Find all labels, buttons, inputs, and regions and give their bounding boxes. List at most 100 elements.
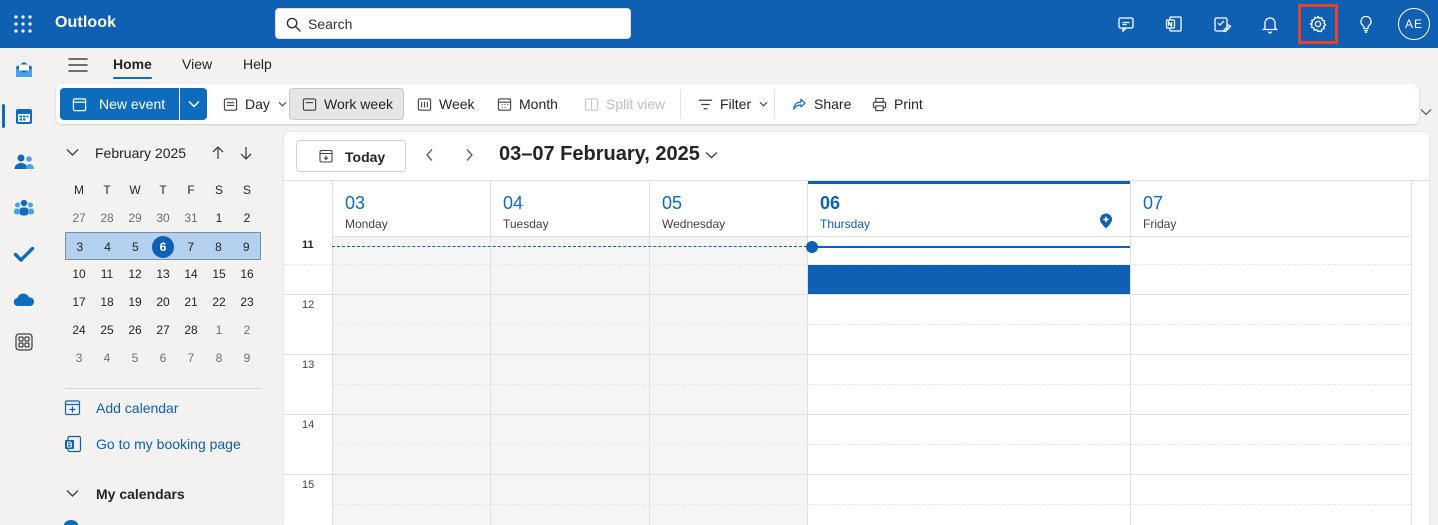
hour-label: 15 [302, 479, 315, 491]
mini-calendar-date[interactable]: 2 [233, 316, 261, 344]
mini-calendar-date[interactable]: 27 [149, 316, 177, 344]
mini-calendar-date[interactable]: 6 [149, 344, 177, 372]
today-button[interactable]: Today [296, 140, 406, 172]
chevron-down-icon[interactable] [66, 148, 79, 157]
day-number: 03 [345, 193, 366, 213]
avatar[interactable]: AE [1398, 8, 1430, 40]
mini-calendar-date[interactable]: 27 [65, 204, 93, 232]
app-title[interactable]: Outlook [55, 14, 116, 32]
mini-calendar-date[interactable]: 18 [93, 288, 121, 316]
mini-calendar-today[interactable]: 6 [149, 233, 177, 261]
mail-icon[interactable] [0, 50, 48, 90]
tips-icon[interactable] [1346, 4, 1386, 44]
mini-calendar-date[interactable]: 5 [121, 344, 149, 372]
split-view-button[interactable]: Split view [583, 88, 665, 120]
share-icon [791, 96, 807, 112]
my-day-icon[interactable] [1202, 4, 1242, 44]
mini-calendar-date[interactable]: 29 [121, 204, 149, 232]
people-icon[interactable] [0, 142, 48, 182]
mini-calendar-date[interactable]: 26 [121, 316, 149, 344]
onedrive-icon[interactable] [0, 280, 48, 320]
mini-calendar-date[interactable]: 1 [205, 204, 233, 232]
previous-month-icon[interactable] [211, 146, 225, 160]
day-header[interactable]: 07 Friday [1131, 181, 1411, 237]
mini-calendar-date[interactable]: 15 [205, 260, 233, 288]
settings-icon[interactable] [1298, 4, 1338, 44]
calendar-icon[interactable] [0, 96, 48, 136]
mini-calendar-date[interactable]: 10 [65, 260, 93, 288]
mini-calendar-date[interactable]: 7 [177, 233, 205, 261]
tab-view[interactable]: View [182, 56, 212, 72]
next-week-icon[interactable] [465, 148, 474, 162]
mini-calendar-date[interactable]: 24 [65, 316, 93, 344]
mini-calendar-date[interactable]: 3 [66, 233, 94, 261]
next-month-icon[interactable] [239, 146, 253, 160]
mini-calendar-date[interactable]: 7 [177, 344, 205, 372]
day-header[interactable]: 03 Monday [333, 181, 490, 237]
mini-calendar-date[interactable]: 17 [65, 288, 93, 316]
week-view-icon [416, 96, 432, 112]
week-view-button[interactable]: Week [416, 88, 475, 120]
mini-calendar-date[interactable]: 2 [233, 204, 261, 232]
hamburger-menu-icon[interactable] [68, 57, 88, 73]
mini-calendar-date[interactable]: 1 [205, 316, 233, 344]
mini-calendar-date[interactable]: 3 [65, 344, 93, 372]
mini-calendar-date[interactable]: 20 [149, 288, 177, 316]
mini-calendar-date[interactable]: 22 [205, 288, 233, 316]
previous-week-icon[interactable] [425, 148, 434, 162]
add-event-pin-icon[interactable] [1099, 213, 1113, 229]
mini-calendar-date[interactable]: 9 [232, 233, 260, 261]
day-view-button[interactable]: Day [222, 88, 287, 120]
tab-help[interactable]: Help [243, 56, 272, 72]
calendar-event[interactable] [808, 265, 1130, 294]
mini-calendar-date[interactable]: 8 [205, 233, 233, 261]
mini-calendar-date[interactable]: 14 [177, 260, 205, 288]
half-hour-line [332, 504, 1411, 505]
month-view-button[interactable]: Month [496, 88, 558, 120]
day-header[interactable]: 06 Thursday [808, 181, 1130, 237]
grid-edge [1411, 181, 1429, 525]
mini-calendar-date[interactable]: 21 [177, 288, 205, 316]
mini-calendar-date[interactable]: 11 [93, 260, 121, 288]
mini-calendar-date[interactable]: 16 [233, 260, 261, 288]
day-header[interactable]: 05 Wednesday [650, 181, 807, 237]
app-launcher-icon[interactable] [13, 14, 33, 34]
mini-calendar-date[interactable]: 8 [205, 344, 233, 372]
mini-calendar-date[interactable]: 28 [93, 204, 121, 232]
mini-calendar-date[interactable]: 30 [149, 204, 177, 232]
mini-calendar-title[interactable]: February 2025 [95, 145, 186, 161]
mini-calendar-date[interactable]: 23 [233, 288, 261, 316]
tab-home[interactable]: Home [113, 56, 152, 79]
day-header[interactable]: 04 Tuesday [491, 181, 649, 237]
mini-calendar-date[interactable]: 28 [177, 316, 205, 344]
search-input[interactable]: Search [275, 8, 631, 39]
chevron-down-icon[interactable] [705, 151, 718, 159]
date-range-title[interactable]: 03–07 February, 2025 [499, 143, 700, 166]
onenote-icon[interactable] [1154, 4, 1194, 44]
mini-calendar-date[interactable]: 4 [94, 233, 122, 261]
work-week-view-button[interactable]: Work week [289, 88, 404, 120]
new-event-dropdown[interactable] [180, 88, 207, 120]
mini-calendar-date[interactable]: 13 [149, 260, 177, 288]
split-view-label: Split view [606, 96, 666, 112]
mini-calendar-date[interactable]: 4 [93, 344, 121, 372]
bookings-icon [65, 435, 82, 453]
add-calendar-label: Add calendar [96, 400, 179, 416]
mini-calendar-date[interactable]: 5 [121, 233, 149, 261]
more-apps-icon[interactable] [0, 322, 48, 362]
ribbon-expand-icon[interactable] [1420, 108, 1432, 116]
calendar-add-icon [72, 98, 87, 112]
meet-now-icon[interactable] [1106, 4, 1146, 44]
print-button[interactable]: Print [871, 88, 923, 120]
groups-icon[interactable] [0, 188, 48, 228]
mini-calendar-date[interactable]: 12 [121, 260, 149, 288]
mini-calendar-date[interactable]: 9 [233, 344, 261, 372]
todo-icon[interactable] [0, 234, 48, 274]
share-button[interactable]: Share [791, 88, 851, 120]
notifications-icon[interactable] [1250, 4, 1290, 44]
mini-calendar-date[interactable]: 31 [177, 204, 205, 232]
filter-button[interactable]: Filter [697, 88, 768, 120]
mini-calendar-date[interactable]: 25 [93, 316, 121, 344]
mini-calendar-date[interactable]: 19 [121, 288, 149, 316]
new-event-button[interactable]: New event [60, 88, 179, 120]
